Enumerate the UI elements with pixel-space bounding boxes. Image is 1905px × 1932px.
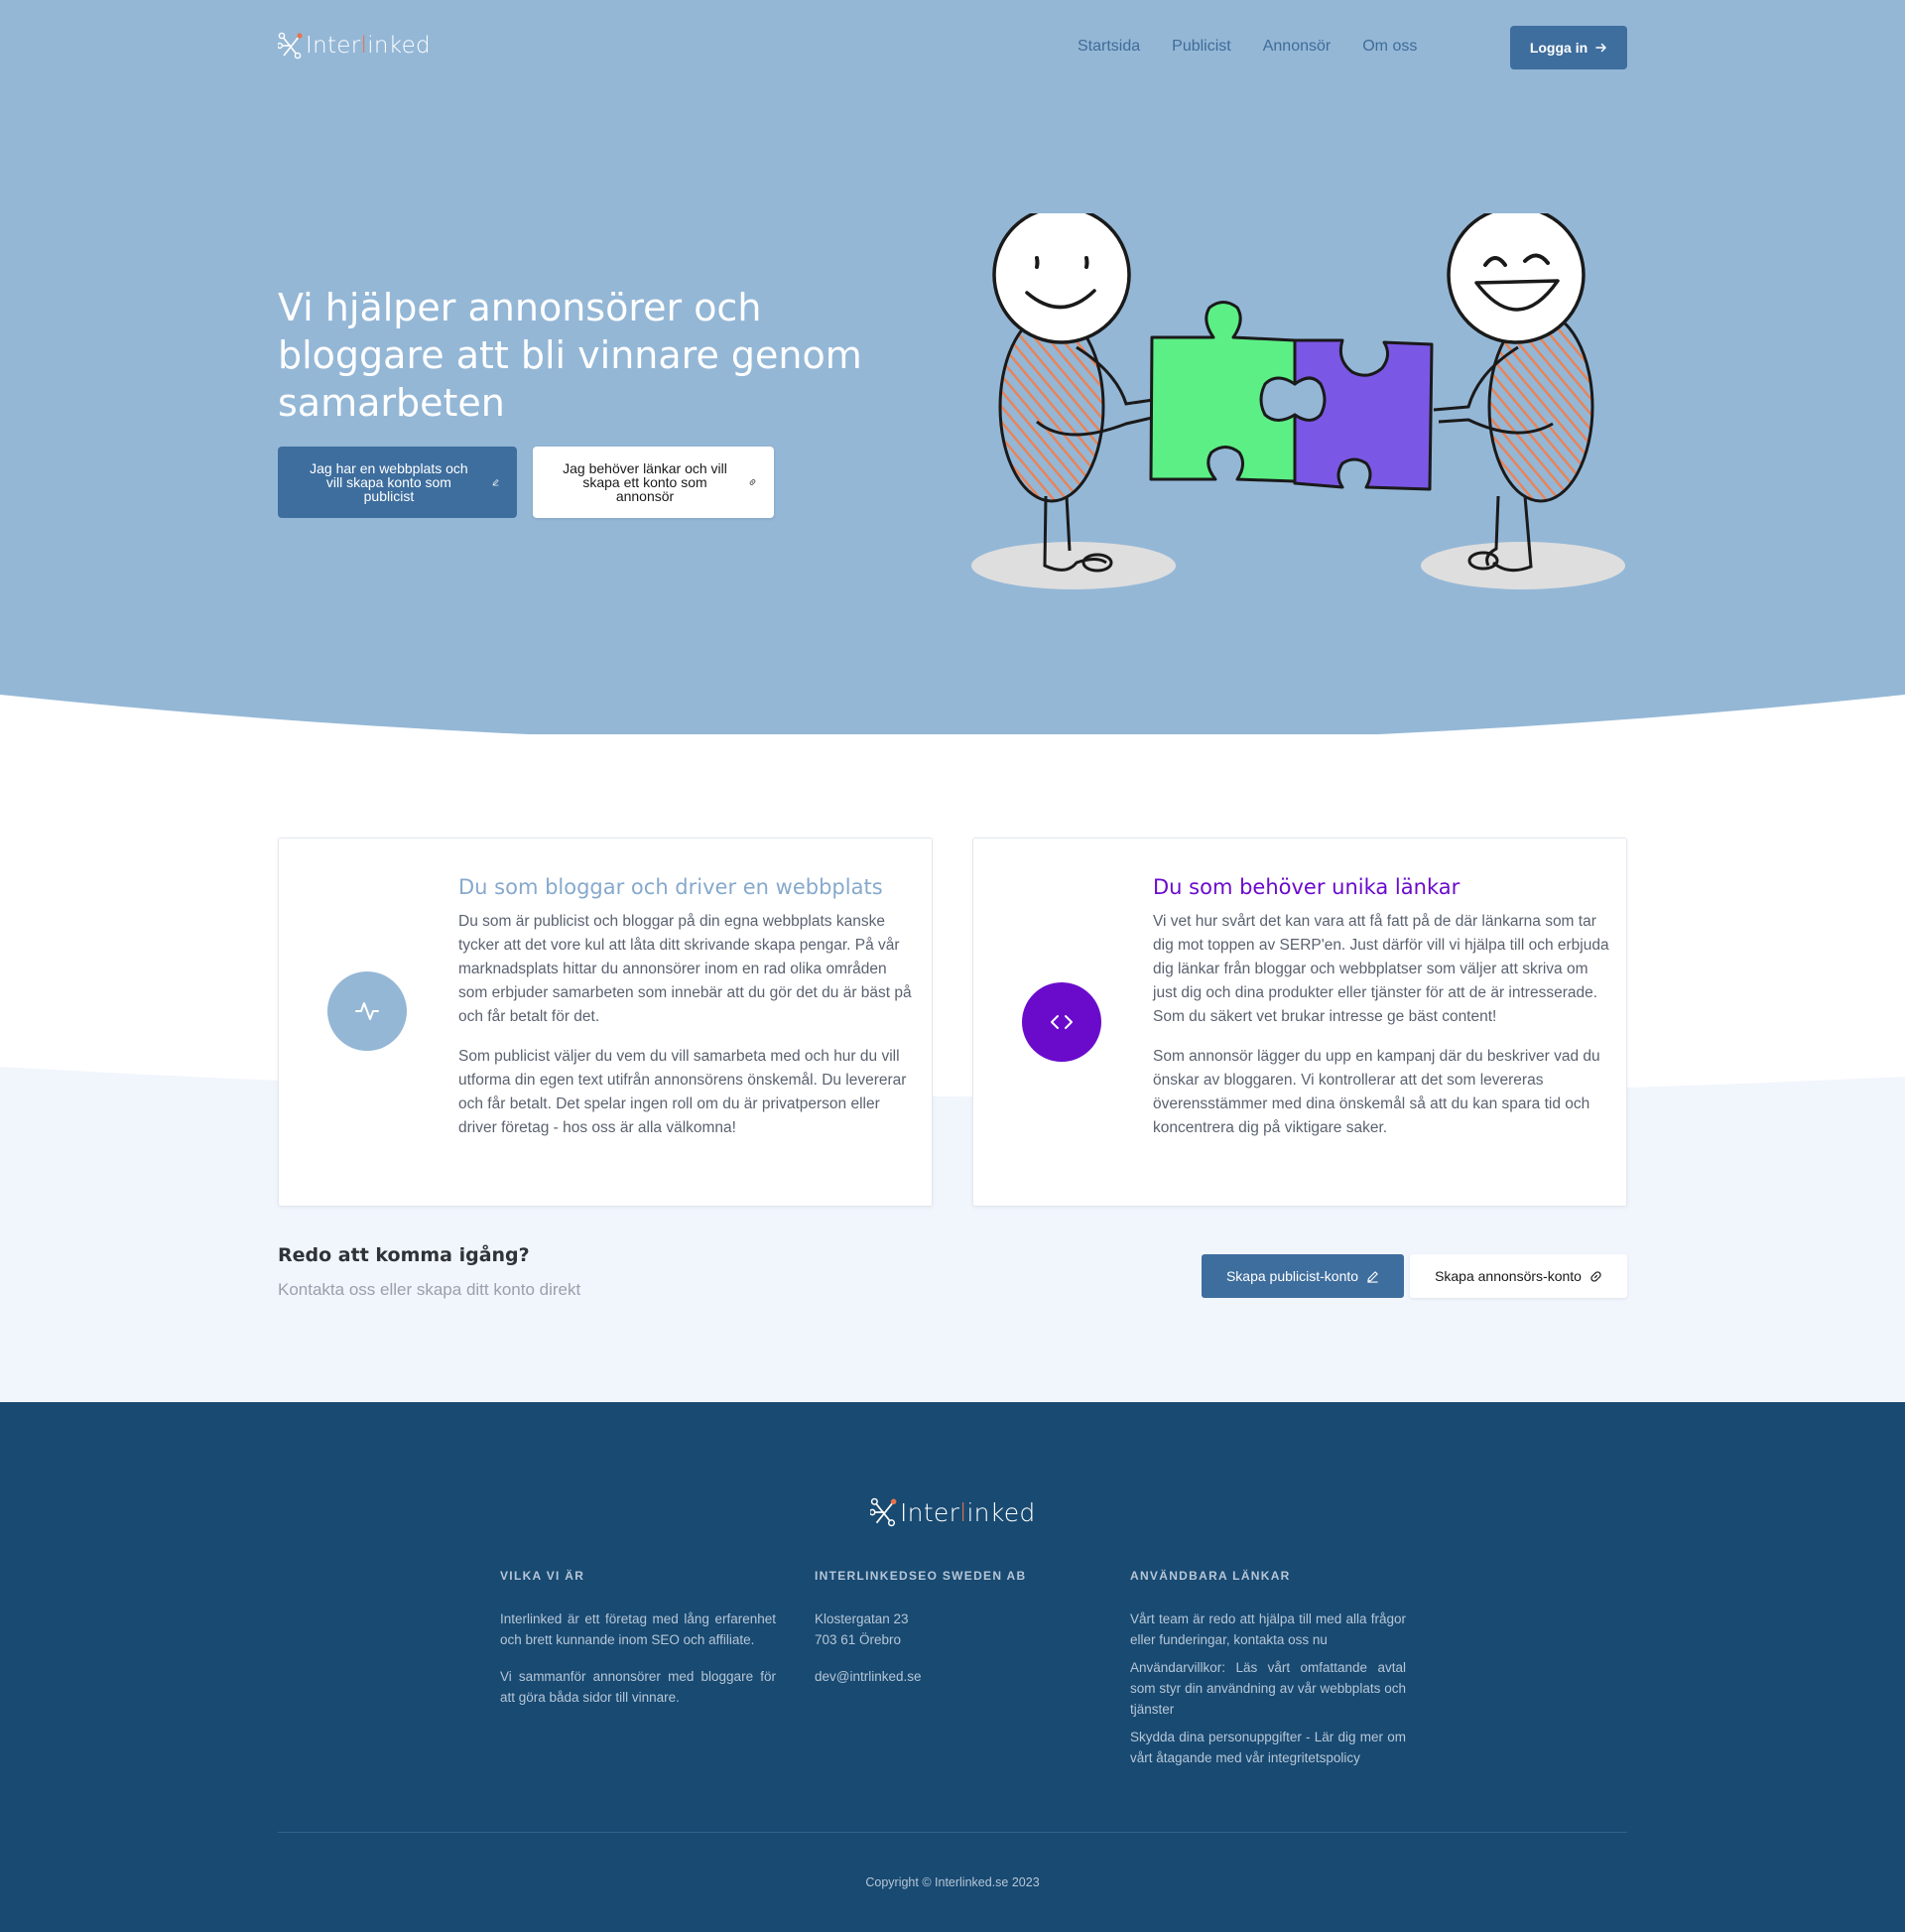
footer-column-about: Vilka vi är Interlinked är ett företag m… xyxy=(500,1569,776,1724)
footer-link-contact[interactable]: Vårt team är redo att hjälpa till med al… xyxy=(1130,1609,1406,1650)
nav-link-om-oss[interactable]: Om oss xyxy=(1362,38,1417,56)
publisher-signup-button[interactable]: Jag har en webbplats och vill skapa kont… xyxy=(278,447,517,518)
footer-divider xyxy=(278,1832,1627,1833)
create-advertiser-account-button[interactable]: Skapa annonsörs-konto xyxy=(1410,1254,1627,1298)
brand-logo[interactable]: Interlinked xyxy=(278,32,431,60)
create-advertiser-account-label: Skapa annonsörs-konto xyxy=(1435,1268,1582,1284)
nav-link-publicist[interactable]: Publicist xyxy=(1172,38,1231,56)
create-publisher-account-label: Skapa publicist-konto xyxy=(1225,1268,1359,1284)
hero-title: Vi hjälper annonsörer och bloggare att b… xyxy=(278,286,862,425)
footer-column-links: Användbara länkar Vårt team är redo att … xyxy=(1130,1569,1406,1775)
login-button[interactable]: Logga in xyxy=(1510,26,1627,69)
network-nodes-icon xyxy=(870,1497,897,1527)
footer-column-company: InterlinkedSEO Sweden AB Klostergatan 23… xyxy=(815,1569,1090,1703)
advertiser-info-card: Du som behöver unika länkar Vi vet hur s… xyxy=(972,837,1627,1207)
advertiser-signup-button[interactable]: Jag behöver länkar och vill skapa ett ko… xyxy=(533,447,774,518)
cta-subtitle: Kontakta oss eller skapa ditt konto dire… xyxy=(278,1280,581,1299)
card-paragraph: Du som är publicist och bloggar på din e… xyxy=(458,913,912,1025)
pencil-icon xyxy=(1367,1270,1378,1283)
logo-wordmark: Interlinked xyxy=(900,1497,1036,1527)
copyright-text: Copyright © Interlinked.se 2023 xyxy=(865,1875,1040,1889)
address-city: 703 61 Örebro xyxy=(815,1632,902,1647)
link-icon xyxy=(749,479,756,485)
card-title: Du som behöver unika länkar xyxy=(1153,875,1460,899)
link-icon xyxy=(1590,1270,1601,1282)
card-title: Du som bloggar och driver en webbplats xyxy=(458,875,883,899)
address-street: Klostergatan 23 xyxy=(815,1611,909,1626)
card-icon-circle xyxy=(327,971,407,1051)
footer-text: Interlinked är ett företag med lång erfa… xyxy=(500,1611,776,1647)
code-icon xyxy=(1051,1015,1073,1029)
card-body: Du som bloggar och driver en webbplats D… xyxy=(458,874,915,1156)
publisher-signup-label: Jag har en webbplats och vill skapa kont… xyxy=(310,460,468,504)
footer-link-terms[interactable]: Användarvillkor: Läs vårt omfattande avt… xyxy=(1130,1657,1406,1720)
nav-link-startsida[interactable]: Startsida xyxy=(1078,38,1140,56)
card-paragraph: Som publicist väljer du vem du vill sama… xyxy=(458,1048,907,1136)
footer-heading: InterlinkedSEO Sweden AB xyxy=(815,1569,1027,1583)
network-nodes-icon xyxy=(278,32,303,60)
cta-title: Redo att komma igång? xyxy=(278,1244,530,1266)
footer-address: Klostergatan 23 703 61 Örebro xyxy=(815,1609,1090,1650)
publisher-info-card: Du som bloggar och driver en webbplats D… xyxy=(278,837,933,1207)
arrow-right-icon xyxy=(1595,43,1606,53)
create-publisher-account-button[interactable]: Skapa publicist-konto xyxy=(1202,1254,1404,1298)
nav-links: Startsida Publicist Annonsör Om oss xyxy=(1078,38,1417,56)
footer-link-privacy[interactable]: Skydda dina personuppgifter - Lär dig me… xyxy=(1130,1727,1406,1768)
card-paragraph: Vi vet hur svårt det kan vara att få fat… xyxy=(1153,913,1609,1025)
top-navigation: Interlinked Startsida Publicist Annonsör… xyxy=(278,26,1627,69)
footer-email-link[interactable]: dev@intrlinked.se xyxy=(815,1666,1090,1687)
footer-heading: Användbara länkar xyxy=(1130,1569,1291,1583)
footer-logo[interactable]: Interlinked xyxy=(870,1497,1036,1527)
card-icon-circle xyxy=(1022,982,1101,1062)
login-label: Logga in xyxy=(1529,40,1588,56)
footer-heading: Vilka vi är xyxy=(500,1569,585,1583)
site-footer: Interlinked Vilka vi är Interlinked är e… xyxy=(0,1402,1905,1932)
puzzle-illustration xyxy=(971,213,1625,589)
card-paragraph: Som annonsör lägger du upp en kampanj dä… xyxy=(1153,1048,1600,1136)
nav-link-annonsor[interactable]: Annonsör xyxy=(1263,38,1332,56)
pencil-icon xyxy=(492,479,499,486)
advertiser-signup-label: Jag behöver länkar och vill skapa ett ko… xyxy=(563,460,727,504)
card-body: Du som behöver unika länkar Vi vet hur s… xyxy=(1153,874,1609,1156)
footer-text: Vi sammanför annonsörer med bloggare för… xyxy=(500,1669,776,1705)
activity-icon xyxy=(355,1002,379,1020)
logo-wordmark: Interlinked xyxy=(306,33,431,59)
